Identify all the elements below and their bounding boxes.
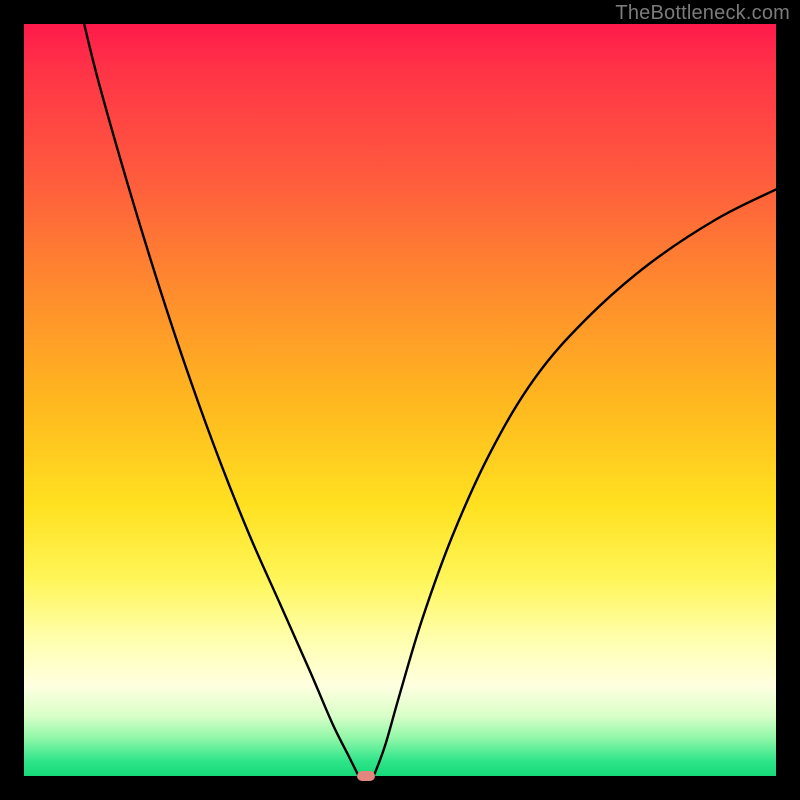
minimum-marker [357,771,375,781]
bottleneck-curve [24,24,776,776]
curve-left-branch [84,24,358,776]
outer-frame: TheBottleneck.com [0,0,800,800]
curve-right-branch [374,189,776,776]
plot-area [24,24,776,776]
watermark-text: TheBottleneck.com [615,2,790,25]
